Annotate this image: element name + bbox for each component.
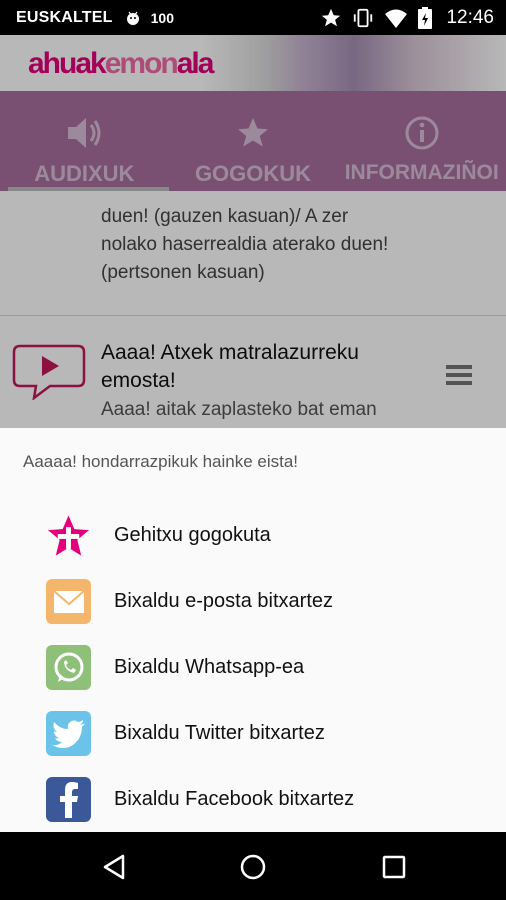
vibrate-icon [354,8,373,27]
facebook-icon [46,777,91,822]
back-icon [103,854,125,880]
twitter-icon [46,711,91,756]
recents-button[interactable] [379,852,409,882]
add-favorite-option[interactable]: Gehitxu gogokuta [0,503,506,569]
dim-overlay[interactable] [0,35,506,428]
option-label: Bixaldu e-posta bitxartez [114,590,334,612]
carrier-name: EUSKALTEL [16,8,113,26]
whatsapp-share-option[interactable]: Bixaldu Whatsapp-ea [0,635,506,701]
option-label: Bixaldu Twitter bitxartez [114,722,325,744]
back-button[interactable] [99,852,129,882]
battery-percent: 100 [150,9,174,26]
option-label: Gehitxu gogokuta [114,524,271,546]
system-nav-bar [0,832,506,900]
star-status-icon [322,8,341,26]
status-bar: EUSKALTEL 100 12:46 [0,0,506,35]
recents-icon [382,855,406,879]
clock: 12:46 [446,6,494,28]
whatsapp-icon [46,645,91,690]
twitter-share-option[interactable]: Bixaldu Twitter bitxartez [0,701,506,767]
android-icon [126,11,139,25]
favorite-star-icon [46,513,91,558]
wifi-icon [385,9,408,28]
email-icon [46,579,91,624]
option-label: Bixaldu Facebook bitxartez [114,788,355,810]
home-icon [240,854,266,880]
home-button[interactable] [238,852,268,882]
facebook-share-option[interactable]: Bixaldu Facebook bitxartez [0,767,506,832]
email-share-option[interactable]: Bixaldu e-posta bitxartez [0,569,506,635]
battery-icon [418,6,433,29]
sheet-title: Aaaaa! hondarrazpikuk hainke eista! [23,452,299,471]
option-label: Bixaldu Whatsapp-ea [114,656,305,678]
app-content: ahuakemonala AUDIXUK GOGOKUK INFORMAZIÑO… [0,35,506,832]
share-sheet: Aaaaa! hondarrazpikuk hainke eista! Gehi… [0,428,506,832]
